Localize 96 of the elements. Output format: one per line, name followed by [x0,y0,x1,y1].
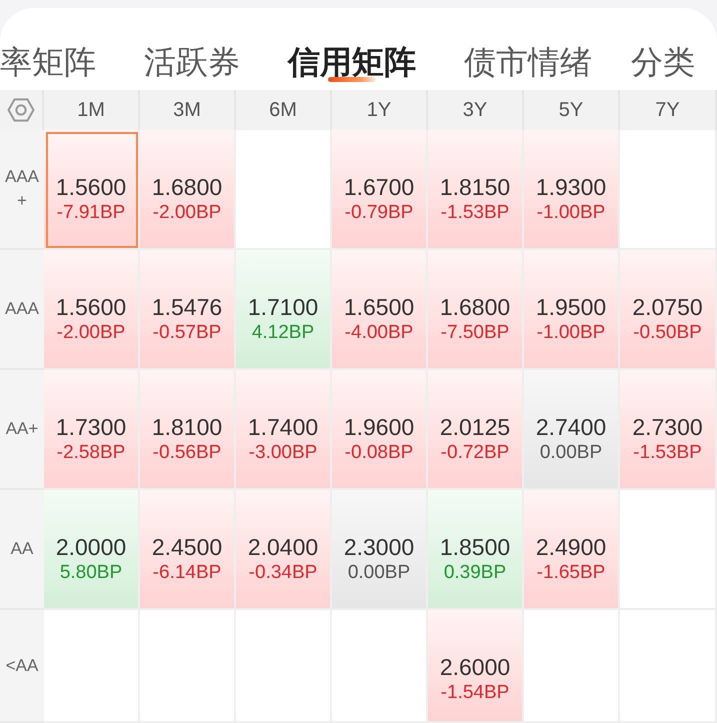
matrix-cell[interactable]: 1.8150 -1.53BP [428,130,524,250]
change-value: -1.00BP [536,201,606,225]
row-label: <AA [0,610,44,723]
matrix-cell[interactable]: 2.4500 -6.14BP [140,490,236,610]
change-value: 4.12BP [252,321,314,345]
yield-value: 1.8500 [440,533,510,561]
matrix-cell[interactable]: 1.6800 -2.00BP [140,130,236,250]
matrix-cell[interactable]: 1.8500 0.39BP [428,490,524,610]
matrix-cell[interactable]: 1.8100 -0.56BP [140,370,236,490]
column-header: 5Y [524,90,620,130]
tab[interactable]: 信用矩阵 [288,26,416,84]
matrix-cell[interactable]: 1.7400 -3.00BP [236,370,332,490]
matrix-cell[interactable]: 2.7400 0.00BP [524,370,620,490]
matrix-cell[interactable]: 1.6500 -4.00BP [332,250,428,370]
matrix-cell[interactable]: 1.6800 -7.50BP [428,250,524,370]
matrix-cell[interactable]: 1.7300 -2.58BP [44,370,140,490]
yield-value: 1.5600 [56,293,126,321]
change-value: 0.00BP [540,441,602,465]
yield-value: 1.5476 [152,293,222,321]
settings-icon[interactable] [7,98,35,122]
yield-value: 1.6800 [440,293,510,321]
change-value: -1.53BP [633,441,702,465]
yield-value: 2.0750 [632,293,703,321]
row-label: AA [0,490,44,610]
yield-value: 1.6700 [344,173,414,201]
change-value: -0.79BP [344,201,414,225]
matrix-cell[interactable]: 1.9600 -0.08BP [332,370,428,490]
matrix-cell[interactable]: 2.0750 -0.50BP [620,250,717,370]
change-value: -0.56BP [152,441,222,465]
yield-value: 1.6800 [152,173,222,201]
column-header: 3Y [428,90,524,130]
matrix-cell[interactable]: 1.9500 -1.00BP [524,250,620,370]
change-value: -3.00BP [248,441,318,465]
column-header: 3M [140,90,236,130]
yield-value: 2.0125 [440,413,510,441]
change-value: -2.00BP [56,321,126,345]
yield-value: 2.7400 [536,413,606,441]
change-value: -7.50BP [440,321,510,345]
change-value: -2.00BP [152,201,222,225]
yield-value: 2.0400 [248,533,318,561]
matrix-cell[interactable]: 2.6000 -1.54BP [428,610,524,723]
matrix-cell[interactable]: 1.6700 -0.79BP [332,130,428,250]
matrix-cell[interactable]: 1.5600 -2.00BP [44,250,140,370]
tab[interactable]: 率矩阵 [0,26,96,84]
yield-value: 1.7400 [248,413,318,441]
yield-value: 1.9600 [344,413,414,441]
yield-value: 2.4500 [152,533,222,561]
category-button[interactable]: 分类 [631,26,695,84]
yield-value: 1.7300 [56,413,126,441]
matrix-cell[interactable]: 2.4900 -1.65BP [524,490,620,610]
yield-value: 2.3000 [344,533,414,561]
yield-value: 1.9500 [536,293,606,321]
matrix-cell[interactable]: 1.7100 4.12BP [236,250,332,370]
change-value: -1.54BP [440,681,510,705]
matrix-cell[interactable]: 2.0125 -0.72BP [428,370,524,490]
column-header: 1Y [332,90,428,130]
yield-value: 1.9300 [536,173,606,201]
matrix-cell[interactable]: 1.9300 -1.00BP [524,130,620,250]
change-value: 5.80BP [60,561,122,585]
yield-value: 2.7300 [632,413,703,441]
tab[interactable]: 债市情绪 [464,26,592,84]
column-header: 7Y [620,90,717,130]
matrix-cell[interactable]: 1.5600 -7.91BP [44,130,140,250]
change-value: -7.91BP [56,201,126,225]
tab[interactable]: 活跃券 [144,26,240,84]
change-value: -2.58BP [56,441,126,465]
change-value: 0.39BP [444,561,506,585]
yield-value: 2.0000 [56,533,126,561]
row-label: AA+ [0,370,44,490]
change-value: -4.00BP [344,321,414,345]
change-value: -1.00BP [536,321,606,345]
matrix-cell[interactable]: 1.5476 -0.57BP [140,250,236,370]
yield-value: 1.8150 [440,173,510,201]
yield-value: 1.5600 [56,173,126,201]
change-value: -1.53BP [440,201,510,225]
matrix-cell[interactable]: 2.0400 -0.34BP [236,490,332,610]
matrix-cell[interactable]: 2.0000 5.80BP [44,490,140,610]
change-value: -0.57BP [152,321,222,345]
matrix-cell[interactable]: 2.7300 -1.53BP [620,370,717,490]
yield-value: 1.6500 [344,293,414,321]
yield-value: 1.7100 [248,293,318,321]
column-header: 1M [44,90,140,130]
change-value: 0.00BP [348,561,410,585]
yield-value: 1.8100 [152,413,222,441]
change-value: -0.08BP [344,441,414,465]
row-label: AAA [0,250,44,370]
change-value: -6.14BP [152,561,222,585]
row-label: AAA+ [0,130,44,250]
change-value: -0.50BP [633,321,702,345]
change-value: -0.72BP [440,441,510,465]
yield-value: 2.6000 [440,653,510,681]
column-header: 6M [236,90,332,130]
matrix-cell[interactable]: 2.3000 0.00BP [332,490,428,610]
yield-value: 2.4900 [536,533,606,561]
change-value: -1.65BP [536,561,606,585]
change-value: -0.34BP [248,561,318,585]
